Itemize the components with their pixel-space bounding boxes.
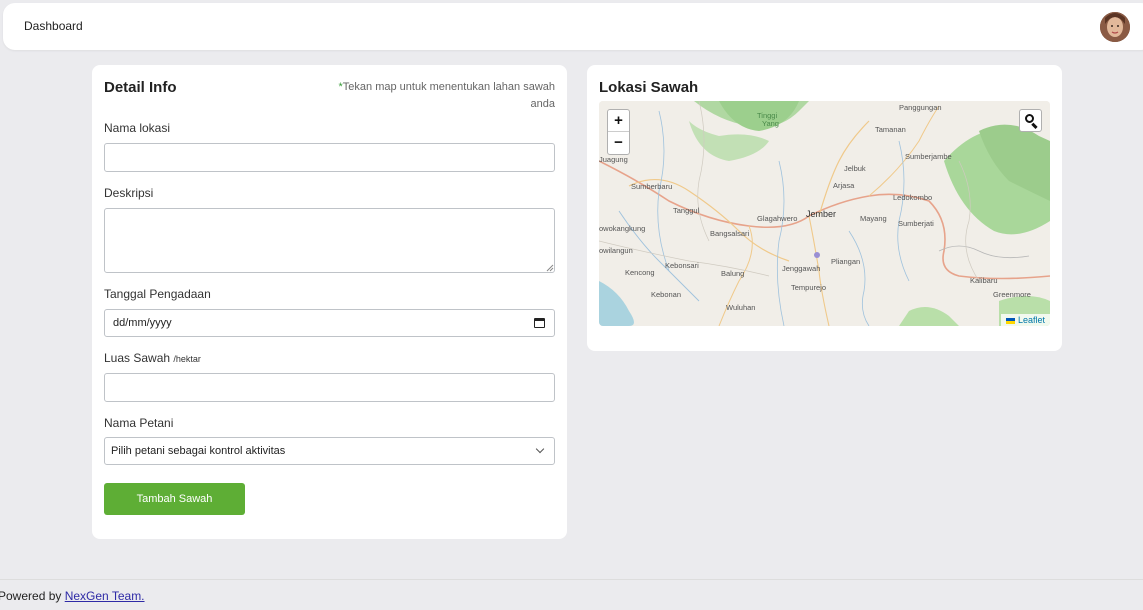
map-label-kebonan: Kebonan	[651, 290, 682, 299]
footer-powered-by: Powered by	[0, 589, 65, 603]
map-label-greenmore: Greenmore	[993, 290, 1031, 299]
luas-sawah-input[interactable]	[104, 373, 555, 402]
top-navbar: Dashboard	[3, 3, 1143, 50]
user-avatar[interactable]	[1100, 12, 1130, 42]
zoom-control: + −	[607, 109, 630, 155]
map-label-balung: Balung	[721, 269, 745, 278]
page-title: Dashboard	[24, 19, 83, 33]
luas-label: Luas Sawah /hektar	[104, 351, 201, 365]
map-title: Lokasi Sawah	[599, 79, 699, 96]
leaflet-link[interactable]: Leaflet	[1018, 315, 1045, 325]
map-label-panggungan: Panggungan	[899, 103, 942, 112]
hint-text: Tekan map untuk menentukan lahan sawah a…	[342, 81, 555, 110]
map-label-jember: Jember	[806, 209, 837, 219]
map-label-yang: Yang	[762, 119, 779, 128]
map-label-kebonsari: Kebonsari	[665, 261, 699, 270]
map-label-pliangan: Pliangan	[831, 257, 861, 266]
footer: Powered by NexGen Team.	[0, 579, 1143, 610]
map-label-arjasa: Arjasa	[833, 181, 855, 190]
footer-link[interactable]: NexGen Team.	[65, 589, 145, 603]
detail-info-card: Detail Info *Tekan map untuk menentukan …	[92, 65, 567, 539]
nama-lokasi-label: Nama lokasi	[104, 121, 171, 135]
map-label-bangsalsari: Bangsalsari	[710, 229, 750, 238]
map-label-juagung: Juagung	[599, 155, 628, 164]
tanggal-date-input[interactable]: dd/mm/yyyy	[104, 309, 555, 337]
calendar-icon[interactable]	[534, 318, 545, 328]
map-hint: *Tekan map untuk menentukan lahan sawah …	[335, 79, 555, 113]
map-label-tamanan: Tamanan	[875, 125, 906, 134]
footer-text: Powered by NexGen Team.	[0, 589, 145, 603]
map-card: Lokasi Sawah Panggungan Tamanan Sumberja…	[587, 65, 1062, 351]
map-label-wuluhan: Wuluhan	[726, 303, 756, 312]
map-label-glagahwero: Glagahwero	[757, 214, 798, 223]
map-label-rowokangkung: owokangkung	[599, 224, 646, 233]
tambah-sawah-button[interactable]: Tambah Sawah	[104, 483, 245, 515]
map-label-sumberbaru: Sumberbaru	[631, 182, 673, 191]
zoom-in-button[interactable]: +	[608, 110, 629, 132]
luas-label-text: Luas Sawah	[104, 351, 171, 365]
search-icon-handle	[1031, 122, 1038, 130]
luas-unit: /hektar	[173, 354, 201, 364]
date-placeholder: dd/mm/yyyy	[113, 317, 172, 329]
petani-label: Nama Petani	[104, 416, 174, 430]
map-label-jenggawah: Jenggawah	[782, 264, 821, 273]
nama-lokasi-input[interactable]	[104, 143, 555, 172]
deskripsi-textarea[interactable]	[104, 208, 555, 273]
map-label-tempurejo: Tempurejo	[791, 283, 827, 292]
map-label-ledokombo: Ledokombo	[893, 193, 933, 202]
map-label-kalibaru: Kalibaru	[970, 276, 998, 285]
map-label-mayang: Mayang	[860, 214, 887, 223]
petani-select[interactable]: Pilih petani sebagai kontrol aktivitas	[104, 437, 555, 465]
map-label-kencong: Kencong	[625, 268, 655, 277]
map-label-sumberjati: Sumberjati	[898, 219, 934, 228]
ukraine-flag-icon	[1005, 317, 1015, 324]
deskripsi-label: Deskripsi	[104, 186, 154, 200]
map-label-sumberjambe: Sumberjambe	[905, 152, 952, 161]
map-label-jelbuk: Jelbuk	[844, 164, 866, 173]
map-attribution[interactable]: Leaflet	[1000, 314, 1050, 326]
zoom-out-button[interactable]: −	[608, 132, 629, 154]
map-view[interactable]: Panggungan Tamanan Sumberjambe Jelbuk Ar…	[599, 101, 1050, 326]
tanggal-label: Tanggal Pengadaan	[104, 287, 211, 301]
resize-handle-icon[interactable]	[546, 264, 554, 272]
map-label-tanggul: Tanggul	[673, 206, 700, 215]
map-search-button[interactable]	[1019, 109, 1042, 132]
petani-selected-value: Pilih petani sebagai kontrol aktivitas	[111, 445, 286, 457]
map-label-wilangun: owilangun	[599, 246, 633, 255]
detail-info-title: Detail Info	[104, 79, 177, 96]
chevron-down-icon	[535, 444, 545, 454]
